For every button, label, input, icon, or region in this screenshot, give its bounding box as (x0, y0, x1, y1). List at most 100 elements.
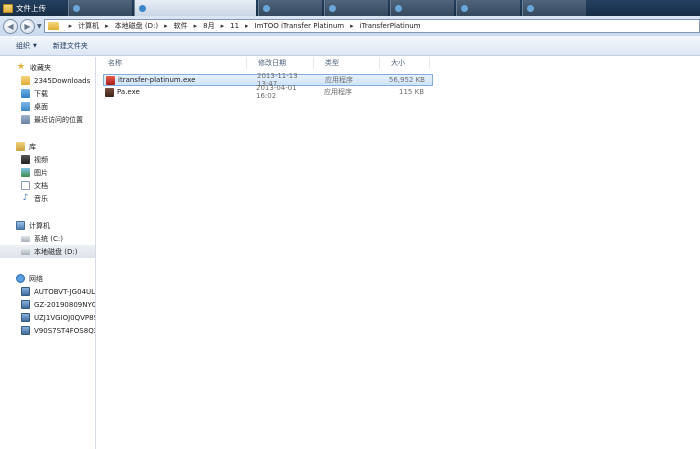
download-folder-icon (21, 89, 30, 98)
chevron-right-icon[interactable]: ▸ (105, 22, 109, 30)
file-date: 2013-04-01 16:02 (256, 84, 297, 100)
computer-group: 计算机 系统 (C:) 本地磁盘 (D:) (0, 219, 95, 258)
window-title: 文件上传 (16, 3, 46, 13)
globe-icon (73, 4, 80, 12)
breadcrumb-software[interactable]: 软件 (174, 21, 188, 31)
nav-music[interactable]: ♪ 音乐 (0, 192, 95, 205)
star-icon: ★ (16, 62, 26, 72)
nav-desktop[interactable]: 桌面 (0, 100, 95, 113)
file-rows: itransfer-platinum.exe 2013-11-13 13:47 … (97, 72, 700, 100)
chevron-right-icon[interactable]: ▸ (245, 22, 249, 30)
nav-recent-places[interactable]: 最近访问的位置 (0, 113, 95, 126)
breadcrumb-local-disk-d[interactable]: 本地磁盘 (D:) (115, 21, 158, 31)
chevron-right-icon[interactable]: ▸ (350, 22, 354, 30)
file-name: itransfer-platinum.exe (118, 76, 196, 84)
breadcrumb-computer[interactable]: 计算机 (78, 21, 99, 31)
globe-icon (329, 4, 336, 12)
chevron-right-icon[interactable]: ▸ (221, 22, 225, 30)
file-size: 56,952 KB (388, 76, 425, 84)
browser-tab[interactable] (522, 0, 586, 16)
nav-network-host[interactable]: AUTOBVT-JG04UL (0, 285, 95, 298)
desktop-icon (21, 102, 30, 111)
network-computer-icon (21, 287, 30, 296)
nav-local-disk-d[interactable]: 本地磁盘 (D:) (0, 245, 95, 258)
title-bar: 文件上传 (0, 0, 700, 16)
document-icon (21, 181, 30, 190)
column-header-type[interactable]: 类型 (314, 57, 380, 69)
nav-network-host[interactable]: GZ-20190809NYG2 (0, 298, 95, 311)
forward-button[interactable]: ▶ (20, 18, 35, 34)
recent-places-icon (21, 115, 30, 124)
exe-file-icon (105, 87, 114, 97)
address-bar[interactable]: ▸ 计算机 ▸ 本地磁盘 (D:) ▸ 软件 ▸ 8月 ▸ 11 ▸ ImTOO… (43, 19, 700, 33)
nav-network-host[interactable]: UZJ1VGIOJ0QVP8S (0, 311, 95, 324)
nav-2345downloads[interactable]: 2345Downloads (0, 74, 95, 87)
drive-icon (21, 235, 30, 242)
browser-tab[interactable] (258, 0, 322, 16)
browser-tab[interactable] (456, 0, 520, 16)
nav-documents[interactable]: 文档 (0, 179, 95, 192)
command-bar: 组织 ▼ 新建文件夹 (0, 36, 700, 56)
column-header-name[interactable]: 名称 (97, 57, 247, 69)
drive-icon (21, 248, 30, 255)
breadcrumb-itransferplatinum[interactable]: iTransferPlatinum (360, 22, 421, 30)
nav-network-host[interactable]: V90S7ST4FOS8QX (0, 324, 95, 337)
breadcrumb-imtoo[interactable]: ImTOO iTransfer Platinum (255, 22, 345, 30)
breadcrumb-august[interactable]: 8月 (203, 21, 214, 31)
computer-icon (16, 221, 25, 230)
chevron-right-icon[interactable]: ▸ (194, 22, 198, 30)
nav-pictures[interactable]: 图片 (0, 166, 95, 179)
nav-system-c[interactable]: 系统 (C:) (0, 232, 95, 245)
globe-icon (139, 4, 146, 12)
breadcrumb-11[interactable]: 11 (230, 22, 239, 30)
recent-pages-dropdown[interactable]: ▼ (37, 23, 42, 30)
chevron-right-icon[interactable]: ▸ (69, 22, 73, 30)
browser-tab[interactable] (390, 0, 454, 16)
chevron-right-icon[interactable]: ▸ (164, 22, 168, 30)
network-group: 网络 AUTOBVT-JG04UL GZ-20190809NYG2 UZJ1VG… (0, 272, 95, 337)
music-note-icon: ♪ (22, 193, 29, 203)
nav-libraries[interactable]: 库 (0, 140, 95, 153)
nav-computer[interactable]: 计算机 (0, 219, 95, 232)
new-folder-button[interactable]: 新建文件夹 (53, 41, 88, 51)
library-icon (16, 142, 25, 151)
column-headers: 名称 修改日期 类型 大小 (97, 57, 700, 69)
column-header-date[interactable]: 修改日期 (247, 57, 314, 69)
nav-downloads[interactable]: 下载 (0, 87, 95, 100)
network-computer-icon (21, 313, 30, 322)
favorites-group: ★ 收藏夹 2345Downloads 下载 桌面 最近访问的位置 (0, 61, 95, 126)
nav-videos[interactable]: 视频 (0, 153, 95, 166)
file-size: 115 KB (399, 88, 424, 96)
libraries-group: 库 视频 图片 文档 ♪ 音乐 (0, 140, 95, 205)
caret-down-icon: ▼ (33, 42, 37, 49)
file-type: 应用程序 (324, 88, 352, 96)
folder-icon (3, 3, 13, 13)
globe-icon (263, 4, 270, 12)
nav-favorites[interactable]: ★ 收藏夹 (0, 61, 95, 74)
file-name: Pa.exe (117, 88, 140, 96)
globe-icon (527, 4, 534, 12)
globe-icon (395, 4, 402, 12)
picture-icon (21, 168, 30, 177)
video-icon (21, 155, 30, 164)
back-button[interactable]: ◀ (3, 18, 18, 34)
navigation-bar: ◀ ▶ ▼ ▸ 计算机 ▸ 本地磁盘 (D:) ▸ 软件 ▸ 8月 ▸ 11 ▸… (0, 16, 700, 36)
column-header-size[interactable]: 大小 (380, 57, 430, 69)
file-list: 名称 修改日期 类型 大小 itransfer-platinum.exe 201… (97, 57, 700, 449)
folder-icon (47, 22, 59, 30)
network-icon (16, 274, 25, 283)
browser-tab-active[interactable] (134, 0, 256, 16)
folder-icon (21, 76, 30, 85)
window-title-area: 文件上传 (0, 3, 68, 14)
nav-network[interactable]: 网络 (0, 272, 95, 285)
browser-tab[interactable] (68, 0, 132, 16)
browser-tabs (68, 0, 588, 16)
navigation-pane: ★ 收藏夹 2345Downloads 下载 桌面 最近访问的位置 库 视频 图片… (0, 57, 96, 449)
browser-tab[interactable] (324, 0, 388, 16)
file-type: 应用程序 (325, 76, 353, 84)
exe-file-icon (106, 75, 115, 85)
organize-button[interactable]: 组织 ▼ (16, 41, 37, 51)
file-row[interactable]: Pa.exe 2013-04-01 16:02 应用程序 115 KB (103, 84, 433, 100)
network-computer-icon (21, 300, 30, 309)
globe-icon (461, 4, 468, 12)
